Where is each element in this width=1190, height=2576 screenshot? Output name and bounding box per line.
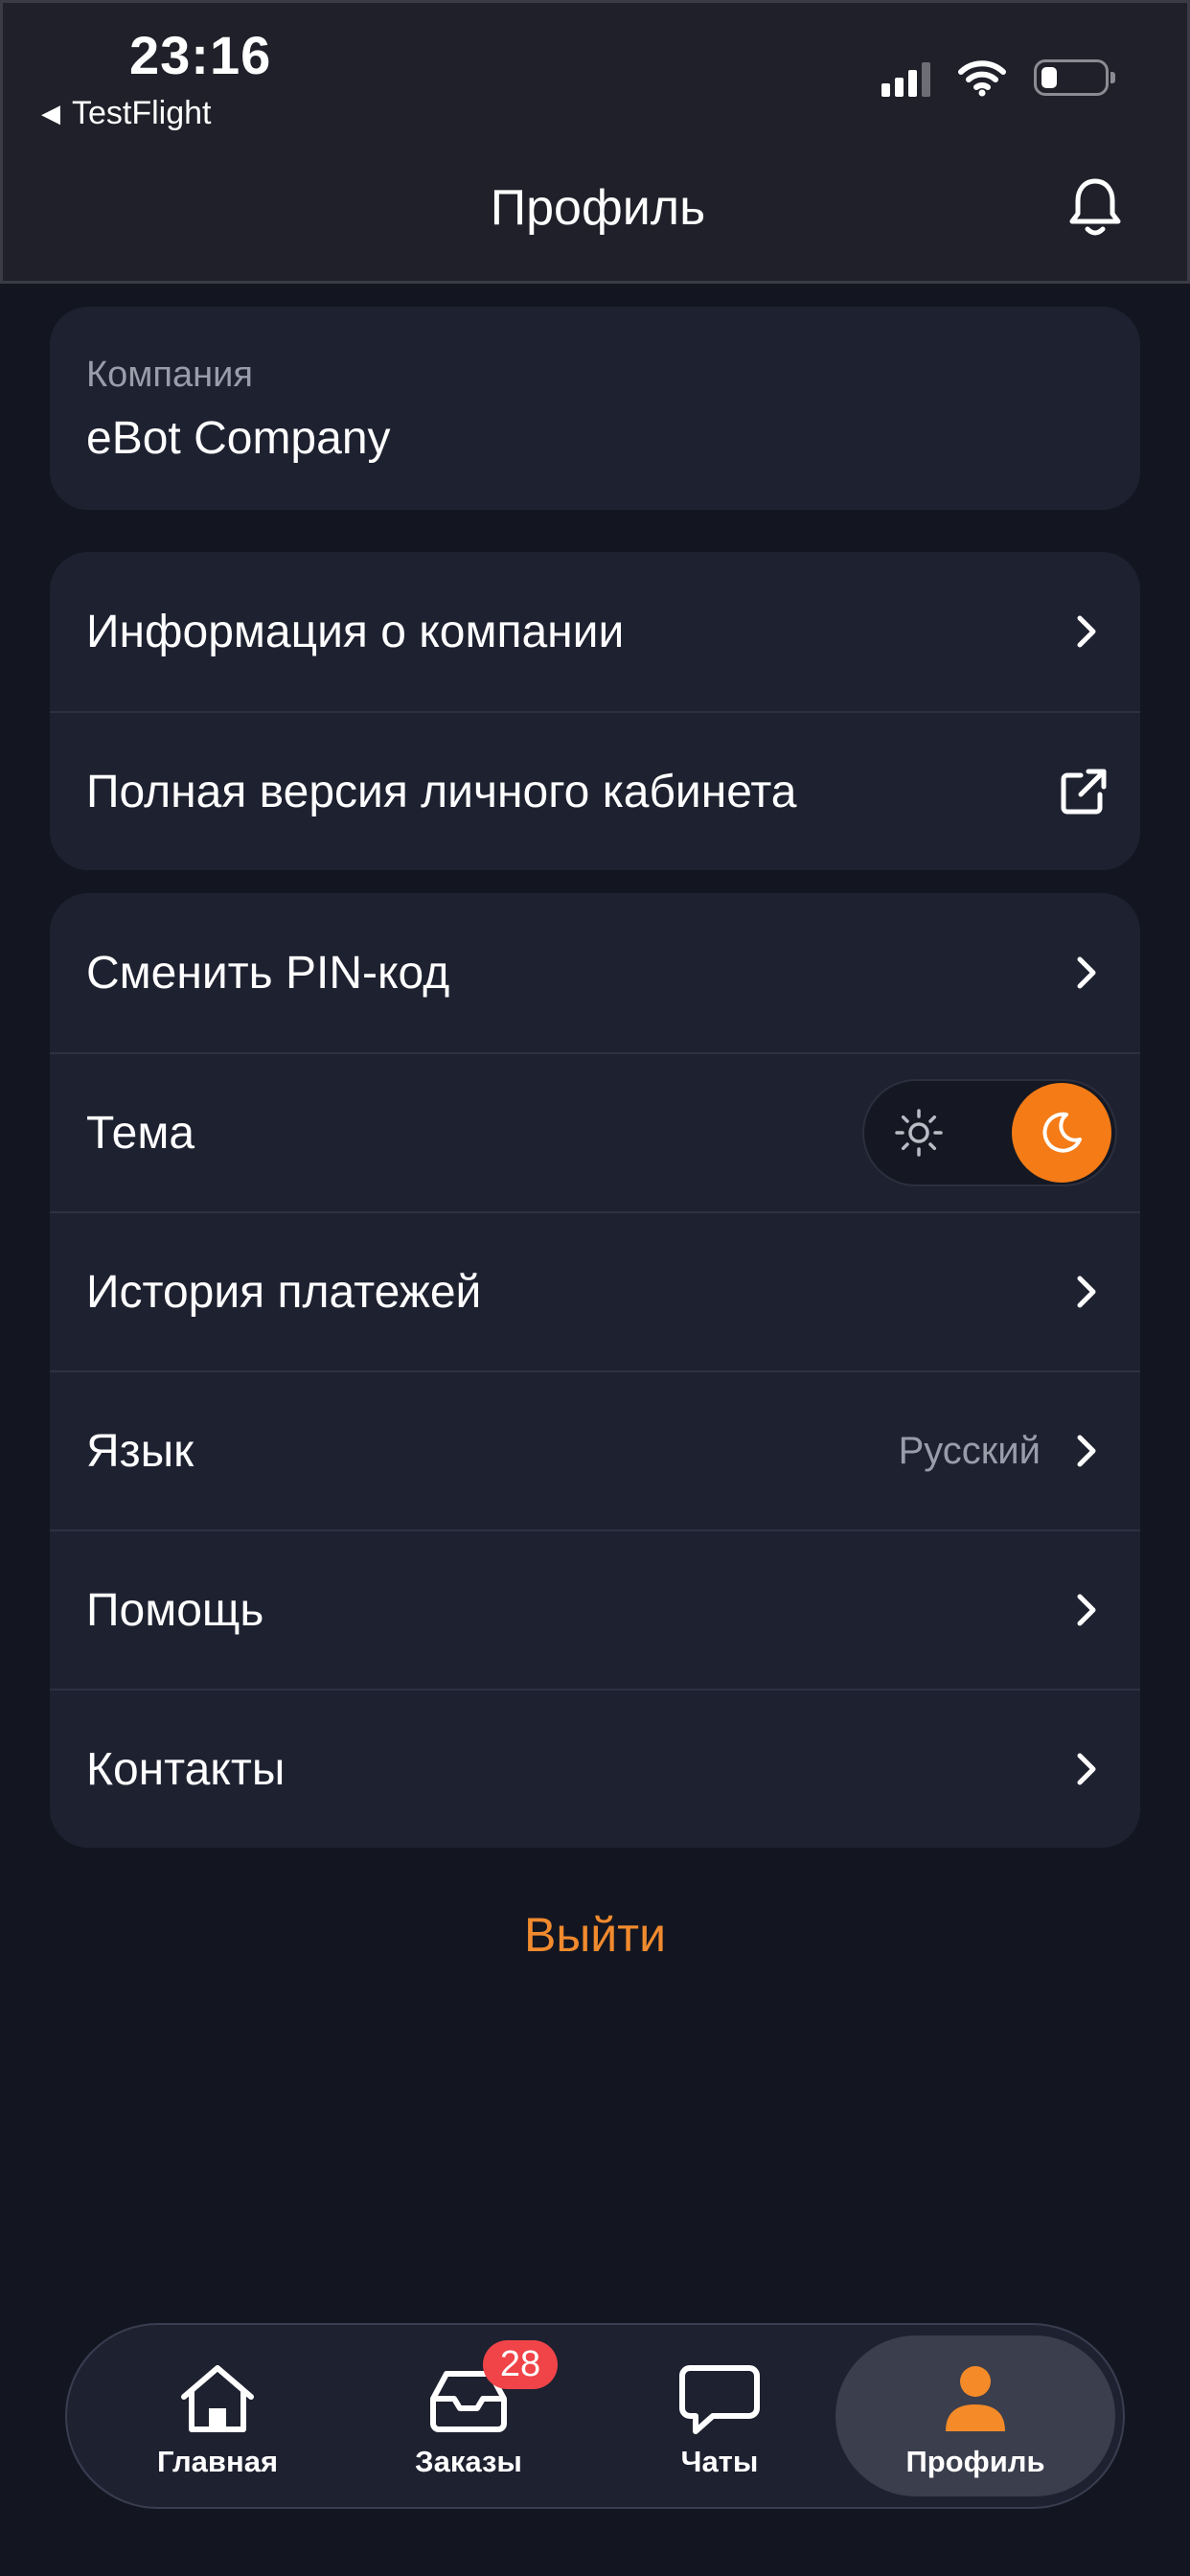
tab-orders[interactable]: Заказы 28: [358, 2325, 579, 2507]
tab-chats[interactable]: Чаты: [609, 2325, 830, 2507]
header: 23:16 ◀ TestFlight Профиль: [0, 0, 1190, 284]
chevron-right-icon: [1077, 615, 1096, 648]
theme-row: Тема: [50, 1052, 1140, 1211]
language-value: Русский: [898, 1429, 1041, 1472]
company-card: Компания eBot Company: [50, 307, 1140, 510]
chevron-right-icon: [1077, 956, 1096, 989]
company-label: Компания: [86, 355, 253, 395]
wifi-icon: [958, 60, 1006, 97]
chevron-right-icon: [1077, 1594, 1096, 1626]
tab-bar: Главная Заказы 28 Чаты Профиль: [65, 2323, 1125, 2509]
external-link-icon: [1061, 769, 1107, 815]
contacts-row[interactable]: Контакты: [50, 1689, 1140, 1848]
change-pin-label: Сменить PIN-код: [86, 947, 450, 999]
back-app-label: TestFlight: [72, 95, 212, 131]
logout-button[interactable]: Выйти: [0, 1907, 1190, 1963]
tab-home[interactable]: Главная: [107, 2325, 328, 2507]
help-row[interactable]: Помощь: [50, 1530, 1140, 1689]
page-title: Профиль: [490, 180, 706, 236]
sun-icon[interactable]: [893, 1107, 945, 1159]
chat-icon: [679, 2365, 760, 2434]
chevron-right-icon: [1077, 1753, 1096, 1785]
theme-label: Тема: [86, 1107, 195, 1159]
company-links-card: Информация о компании Полная версия личн…: [50, 552, 1140, 870]
tab-profile-label: Профиль: [905, 2445, 1045, 2478]
status-icons: [881, 58, 1115, 97]
status-time: 23:16: [129, 25, 272, 85]
tab-orders-label: Заказы: [415, 2445, 522, 2478]
change-pin-row[interactable]: Сменить PIN-код: [50, 893, 1140, 1052]
tab-profile[interactable]: Профиль: [835, 2335, 1115, 2496]
back-triangle-icon: ◀: [41, 99, 60, 127]
chevron-right-icon: [1077, 1435, 1096, 1467]
battery-icon: [1034, 59, 1115, 96]
tab-chats-label: Чаты: [680, 2445, 759, 2478]
settings-card: Сменить PIN-код Тема История платежей Яз…: [50, 893, 1140, 1848]
tab-home-label: Главная: [156, 2445, 279, 2478]
back-to-app-link[interactable]: ◀ TestFlight: [41, 95, 212, 132]
home-icon: [181, 2365, 254, 2432]
full-account-row[interactable]: Полная версия личного кабинета: [50, 711, 1140, 870]
payment-history-row[interactable]: История платежей: [50, 1211, 1140, 1370]
company-info-row[interactable]: Информация о компании: [50, 552, 1140, 711]
payment-history-label: История платежей: [86, 1266, 482, 1318]
signal-icon: [881, 58, 930, 97]
chevron-right-icon: [1077, 1276, 1096, 1308]
contacts-label: Контакты: [86, 1743, 286, 1795]
company-info-label: Информация о компании: [86, 606, 625, 657]
full-account-label: Полная версия личного кабинета: [86, 766, 797, 817]
theme-toggle[interactable]: [862, 1079, 1117, 1186]
orders-badge: 28: [483, 2340, 558, 2389]
user-icon: [946, 2366, 1005, 2431]
theme-toggle-knob[interactable]: [1012, 1083, 1111, 1183]
language-row[interactable]: Язык Русский: [50, 1370, 1140, 1530]
help-label: Помощь: [86, 1584, 264, 1636]
company-name: eBot Company: [86, 413, 391, 464]
moon-icon: [1042, 1112, 1082, 1153]
language-label: Язык: [86, 1425, 195, 1477]
bell-icon[interactable]: [1066, 175, 1124, 239]
